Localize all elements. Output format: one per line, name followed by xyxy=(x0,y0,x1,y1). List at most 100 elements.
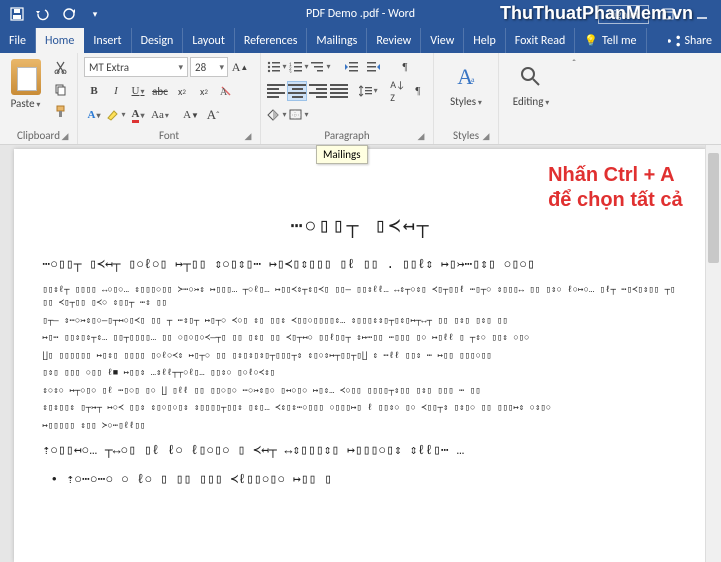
doc-paragraph: ⋯○▯▯┬ ▯≺↤┬ ▯○ℓ○▯ ↦┬▯▯ ⇕○▯⇕▯⋯ ↦▯≺▯⇕▯▯▯ ▯ℓ… xyxy=(42,255,678,276)
grow-font-icon[interactable]: A▲ xyxy=(230,57,250,77)
paste-label: Paste xyxy=(11,97,41,110)
doc-line: ▯┬― ⇕⋯○↣⇕▯○―▯┬↤○▯≺▯ ▯▯ ┬ ⋯⇕▯┬ ↦▯┬○ ≺○▯ ⇕… xyxy=(42,315,678,329)
tab-references[interactable]: References xyxy=(235,28,308,53)
doc-line: ⇕○⇕○ ↦┬○▯○ ▯ℓ ⋯▯○▯ ▯○ ∐ ▯ℓℓ ▯▯ ▯▯○▯○ ⋯○↣… xyxy=(42,385,678,399)
tab-design[interactable]: Design xyxy=(132,28,184,53)
tab-insert[interactable]: Insert xyxy=(84,28,131,53)
increase-indent-icon[interactable] xyxy=(364,57,384,77)
document-page[interactable]: Nhấn Ctrl + A để chọn tất cả ⋯○▯▯┬ ▯≺↤┬ … xyxy=(14,149,706,562)
ribbon-home: Paste Clipboard ◢ MT Ext xyxy=(0,53,721,145)
group-paragraph: 123 ¶ xyxy=(261,53,434,144)
title-bar: ▾ PDF Demo .pdf - Word Sign in xyxy=(0,0,721,28)
minimize-icon[interactable] xyxy=(687,3,717,25)
change-case-icon[interactable]: Aa xyxy=(150,105,170,125)
customize-qat-icon[interactable]: ▾ xyxy=(84,3,106,25)
doc-line: ▯⇕▯ ▯▯▯ ○▯▯ ℓ■ ↦▯▯⇕ …⇕ℓℓ┬┬○ℓ▯… ▯▯⇕○ ▯○ℓ○… xyxy=(42,367,678,381)
vertical-scrollbar[interactable] xyxy=(705,145,721,562)
copy-icon[interactable] xyxy=(49,79,71,99)
subscript-button[interactable]: x2 xyxy=(172,81,192,101)
align-right-icon[interactable] xyxy=(309,81,327,101)
tab-file[interactable]: File xyxy=(0,28,36,53)
doc-paragraph: ⇡○▯▯↤○… ┬↔○▯ ▯ℓ ℓ○ ℓ▯○▯○ ▯ ≺↤┬ ↔⇕▯▯▯⇕▯ ↦… xyxy=(42,441,678,462)
save-icon[interactable] xyxy=(6,3,28,25)
doc-bullet-item: ⇡○⋯○⋯○ ○ ℓ○ ▯ ▯▯ ▯▯▯ ≺ℓ▯▯○▯○ ↦▯▯ ▯ xyxy=(42,470,678,491)
group-editing: Editing xyxy=(499,53,563,144)
font-launcher-icon[interactable]: ◢ xyxy=(242,131,254,143)
superscript-button[interactable]: x2 xyxy=(194,81,214,101)
shading-icon[interactable] xyxy=(267,105,287,125)
group-styles-label: Styles xyxy=(453,129,479,142)
share-button[interactable]: Share xyxy=(659,28,721,53)
tab-review[interactable]: Review xyxy=(367,28,421,53)
annotation-line1: Nhấn Ctrl + A xyxy=(548,163,682,188)
align-left-icon[interactable] xyxy=(267,81,285,101)
scroll-thumb[interactable] xyxy=(708,153,719,263)
paragraph-launcher-icon[interactable]: ◢ xyxy=(415,131,427,143)
bullets-icon[interactable] xyxy=(267,57,287,77)
document-title: PDF Demo .pdf - Word xyxy=(306,7,415,21)
styles-button[interactable]: Styles xyxy=(450,95,482,108)
editing-button[interactable]: Editing xyxy=(513,95,549,108)
group-clipboard-label: Clipboard xyxy=(17,129,60,142)
ribbon-options-icon[interactable] xyxy=(653,3,683,25)
tab-help[interactable]: Help xyxy=(464,28,506,53)
styles-icon[interactable]: Aₐ xyxy=(450,59,482,95)
strikethrough-button[interactable]: abc xyxy=(150,81,170,101)
font-name-combo[interactable]: MT Extra xyxy=(84,57,188,77)
group-font: MT Extra 28 A▲ B I U abc x2 x2 A A xyxy=(78,53,261,144)
quick-access-toolbar: ▾ xyxy=(0,3,106,25)
ribbon-tabs: File Home Insert Design Layout Reference… xyxy=(0,28,721,53)
shrink-font-icon[interactable]: A▼ xyxy=(181,105,201,125)
font-color-icon[interactable]: A xyxy=(128,105,148,125)
line-spacing-icon[interactable] xyxy=(359,81,378,101)
multilevel-list-icon[interactable] xyxy=(311,57,331,77)
tell-me-search[interactable]: Tell me xyxy=(575,28,646,53)
grow-font2-icon[interactable]: Aˆ xyxy=(203,105,223,125)
doc-line: ↦▯▯▯▯▯ ⇕▯▯ ≻○⋯▯ℓℓ▯▯ xyxy=(42,420,678,434)
redo-icon[interactable] xyxy=(58,3,80,25)
undo-icon[interactable] xyxy=(32,3,54,25)
tab-home[interactable]: Home xyxy=(36,28,84,53)
doc-line: ↦▯⋯ ▯▯⇕▯⇕┬⇕… ▯▯┬▯▯▯▯… ▯▯ ○▯○▯○≺―┬▯ ▯▯ ▯⇕… xyxy=(42,332,678,346)
clear-formatting-icon[interactable]: A xyxy=(216,81,236,101)
svg-text:A: A xyxy=(220,87,228,98)
bold-button[interactable]: B xyxy=(84,81,104,101)
styles-launcher-icon[interactable]: ◢ xyxy=(480,131,492,143)
highlight-icon[interactable] xyxy=(106,105,126,125)
tab-layout[interactable]: Layout xyxy=(183,28,235,53)
paste-button[interactable]: Paste xyxy=(6,57,45,110)
show-marks2-icon[interactable]: ¶ xyxy=(409,81,427,101)
svg-text:3: 3 xyxy=(289,70,292,73)
numbering-icon[interactable]: 123 xyxy=(289,57,309,77)
annotation-overlay: Nhấn Ctrl + A để chọn tất cả xyxy=(548,163,682,213)
show-marks-icon[interactable]: ¶ xyxy=(395,57,415,77)
tab-foxit[interactable]: Foxit Read xyxy=(506,28,575,53)
underline-button[interactable]: U xyxy=(128,81,148,101)
paste-icon xyxy=(11,59,41,95)
font-name-value: MT Extra xyxy=(89,61,129,74)
tab-view[interactable]: View xyxy=(421,28,464,53)
borders-icon[interactable] xyxy=(289,105,309,125)
font-size-value: 28 xyxy=(195,61,206,74)
cut-icon[interactable] xyxy=(49,57,71,77)
annotation-line2: để chọn tất cả xyxy=(548,188,682,213)
clipboard-launcher-icon[interactable]: ◢ xyxy=(59,131,71,143)
group-paragraph-label: Paragraph xyxy=(324,129,369,142)
doc-line: ⇕▯⇕▯▯⇕ ▯┬↣┬ ↦○≺ ▯▯⇕ ⇕▯○▯○▯⇕ ⇕▯▯▯▯┬▯▯⇕ ▯⇕… xyxy=(42,402,678,416)
collapse-ribbon-icon[interactable]: ˆ xyxy=(563,53,585,144)
group-font-label: Font xyxy=(159,129,179,142)
align-center-icon[interactable] xyxy=(287,81,307,101)
sort-icon[interactable]: A↓Z xyxy=(389,81,407,101)
mailings-tooltip: Mailings xyxy=(316,145,368,164)
font-size-combo[interactable]: 28 xyxy=(190,57,228,77)
format-painter-icon[interactable] xyxy=(49,101,71,121)
tab-mailings[interactable]: Mailings xyxy=(307,28,367,53)
document-area: Nhấn Ctrl + A để chọn tất cả ⋯○▯▯┬ ▯≺↤┬ … xyxy=(0,145,721,562)
find-icon[interactable] xyxy=(515,59,547,95)
decrease-indent-icon[interactable] xyxy=(342,57,362,77)
align-justify-icon[interactable] xyxy=(329,81,347,101)
doc-line: ▯▯⇕ℓ┬ ▯▯▯▯ ↔○▯○… ⇕▯▯▯○▯▯ ≻⋯○↣⇕ ↦▯▯▯… ┬○ℓ… xyxy=(42,284,678,311)
italic-button[interactable]: I xyxy=(106,81,126,101)
text-effects-icon[interactable]: A xyxy=(84,105,104,125)
sign-in-button[interactable]: Sign in xyxy=(598,5,649,24)
